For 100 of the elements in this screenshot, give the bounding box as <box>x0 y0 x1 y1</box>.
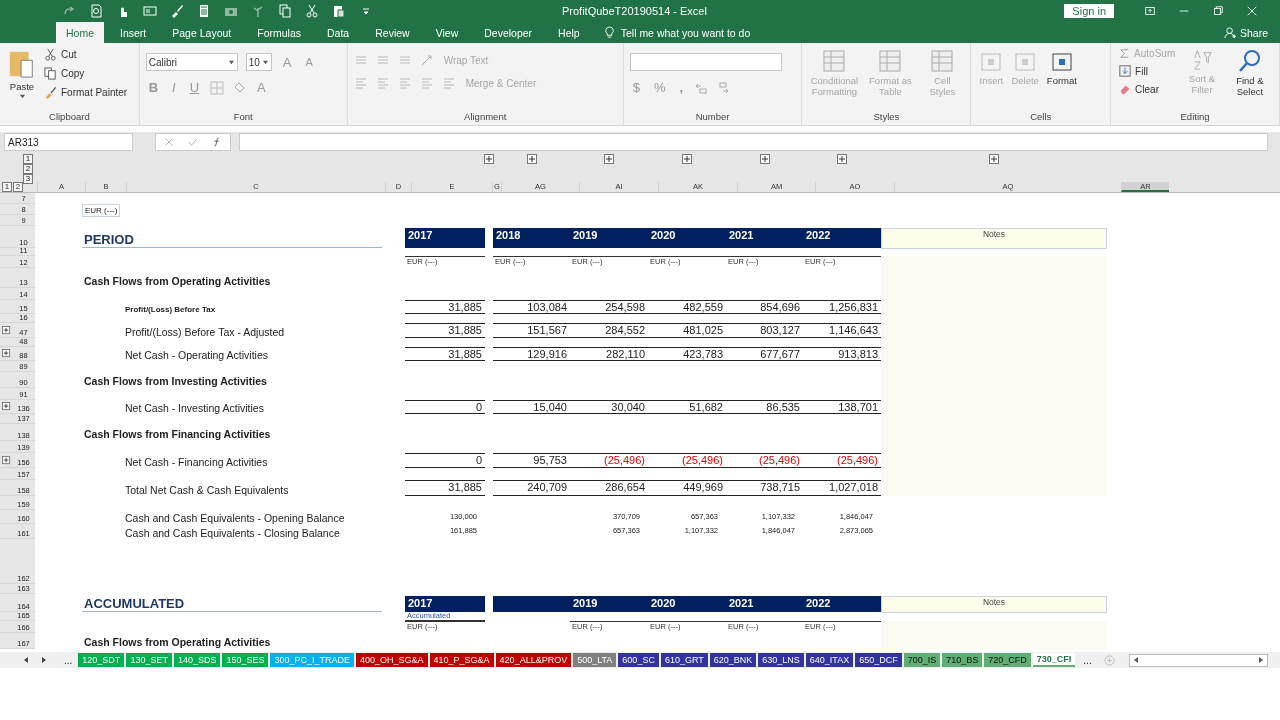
expand-icon[interactable] <box>837 154 847 164</box>
paste-icon[interactable] <box>332 4 346 18</box>
more-sheets-button[interactable]: ... <box>64 654 73 666</box>
sheet-tab[interactable]: 410_P_SG&A <box>429 653 494 667</box>
unit-cell: EUR (---) <box>82 204 121 217</box>
more-sheets-button[interactable]: ... <box>1083 654 1092 666</box>
scissors-icon <box>44 48 57 61</box>
expand-icon[interactable] <box>1 455 11 465</box>
sheet-tab[interactable]: 640_ITAX <box>805 653 854 667</box>
expand-icon[interactable] <box>1 349 11 358</box>
row-label: Profit/(Loss) Before Tax - Adjusted <box>125 326 285 338</box>
outline-level-button[interactable]: 1 <box>2 182 12 192</box>
ribbon-tab[interactable]: Data <box>317 22 360 43</box>
ribbon-tab[interactable]: Help <box>548 22 590 43</box>
expand-icon[interactable] <box>484 154 494 164</box>
sheet-tab[interactable]: 630_LNS <box>758 653 804 667</box>
expand-icon[interactable] <box>526 154 537 164</box>
copy-icon[interactable] <box>278 4 292 18</box>
formula-field[interactable] <box>239 133 1268 151</box>
fill-button[interactable]: Fill <box>1117 64 1178 78</box>
restore-icon[interactable] <box>1212 5 1224 17</box>
ribbon-tab[interactable]: View <box>425 22 469 43</box>
font-size-dropdown[interactable]: 10 <box>245 53 272 71</box>
sheet-tab[interactable]: 620_BNK <box>709 653 757 667</box>
cells-button[interactable]: Format <box>1044 47 1079 111</box>
sigma-icon <box>1119 48 1131 59</box>
row-label: Net Cash - Investing Activities <box>125 402 264 414</box>
sheet-tab[interactable]: 420_ALL&PROV <box>495 653 572 667</box>
caret-icon <box>227 59 235 65</box>
value-cell: 0 <box>405 453 485 468</box>
scroll-right-icon[interactable] <box>1257 656 1265 664</box>
sheet-tab[interactable]: 600_SC <box>618 653 659 667</box>
paste-button[interactable]: Paste <box>6 47 38 111</box>
next-sheet-icon[interactable] <box>40 656 48 664</box>
expand-icon[interactable] <box>759 154 770 164</box>
value-cell: 51,682 <box>648 400 726 414</box>
expand-icon[interactable] <box>1 325 11 335</box>
year-label: 2018 <box>496 229 521 241</box>
ribbon-tab[interactable]: Page Layout <box>162 22 242 43</box>
value-cell: (25,496) <box>803 453 881 468</box>
lightbulb-icon <box>603 26 615 39</box>
outline-level-button[interactable]: 2 <box>13 182 23 192</box>
ribbon-tab[interactable]: Formulas <box>247 22 311 43</box>
value-cell: 31,885 <box>405 323 485 338</box>
print-preview-icon[interactable] <box>89 4 103 18</box>
cut-button[interactable]: Cut <box>42 47 130 62</box>
brush-icon[interactable] <box>170 4 184 18</box>
notes-header: Notes <box>881 596 1107 613</box>
sign-in-button[interactable]: Sign in <box>1064 4 1114 18</box>
scissors-icon[interactable] <box>305 4 319 18</box>
ribbon-tab[interactable]: Developer <box>474 22 543 43</box>
plant-icon[interactable] <box>251 4 265 18</box>
ribbon-tab[interactable]: Home <box>56 22 104 43</box>
format-painter-button[interactable]: Format Painter <box>42 85 130 100</box>
ribbon-display-icon[interactable] <box>1144 5 1156 17</box>
eraser-icon <box>1119 83 1132 95</box>
year-label: 2017 <box>408 229 433 241</box>
year-label: 2020 <box>651 229 676 241</box>
outline-level-button[interactable]: 1 <box>23 154 33 164</box>
horizontal-scrollbar[interactable] <box>1128 653 1268 667</box>
clear-button[interactable]: Clear <box>1117 82 1178 96</box>
sheet-tab[interactable]: 500_LTA <box>573 653 617 667</box>
expand-icon[interactable] <box>989 154 999 164</box>
copy-button[interactable]: Copy <box>42 66 130 81</box>
table-icon <box>878 49 903 73</box>
table-icon <box>930 49 955 73</box>
name-box[interactable]: AR313 <box>4 133 133 151</box>
value-cell: 15,040 <box>493 400 570 414</box>
ribbon-tab[interactable]: Review <box>365 22 420 43</box>
expand-icon[interactable] <box>1 402 11 411</box>
sheet-tab[interactable]: 700_IS <box>903 653 941 667</box>
font-name-dropdown[interactable]: Calibri <box>145 53 238 71</box>
sheet-tab[interactable]: 400_OH_SG&A <box>356 653 428 667</box>
expand-icon[interactable] <box>604 154 614 164</box>
form-icon[interactable] <box>143 4 157 18</box>
person-icon <box>1223 26 1237 39</box>
value-cell: 31,885 <box>405 480 485 496</box>
value-cell: 103,084 <box>493 300 570 314</box>
sheet-tab[interactable]: 610_GRT <box>660 653 708 667</box>
row-label: Total Net Cash & Cash Equivalents <box>125 484 289 496</box>
calculator-icon[interactable] <box>197 4 211 18</box>
tell-me-field[interactable]: Tell me what you want to do <box>620 22 751 43</box>
insert-function-icon[interactable] <box>212 137 222 147</box>
value-cell: 240,709 <box>493 480 570 496</box>
value-cell: 254,598 <box>570 300 648 314</box>
value-cell: 1,256,831 <box>803 300 881 314</box>
sheet-tab[interactable]: 730_CFI <box>1032 653 1076 667</box>
ribbon-tab[interactable]: Insert <box>110 22 157 43</box>
row-label: Profit/(Loss) Before Tax <box>125 305 216 314</box>
sheet-tab[interactable]: 710_BS <box>942 653 983 667</box>
close-icon[interactable] <box>1246 5 1258 17</box>
sheet-tab[interactable]: 720_CFD <box>984 653 1031 667</box>
previous-sheet-icon[interactable] <box>22 656 30 664</box>
group-label: Cells <box>1029 111 1053 124</box>
find-select-button[interactable]: Find & Select <box>1226 47 1274 111</box>
share-button[interactable]: Share <box>1236 22 1280 43</box>
sheet-tab[interactable]: 650_DCF <box>855 653 902 667</box>
value-cell: 284,552 <box>570 323 648 338</box>
year-label: 2017 <box>408 597 433 609</box>
expand-icon[interactable] <box>682 154 692 164</box>
